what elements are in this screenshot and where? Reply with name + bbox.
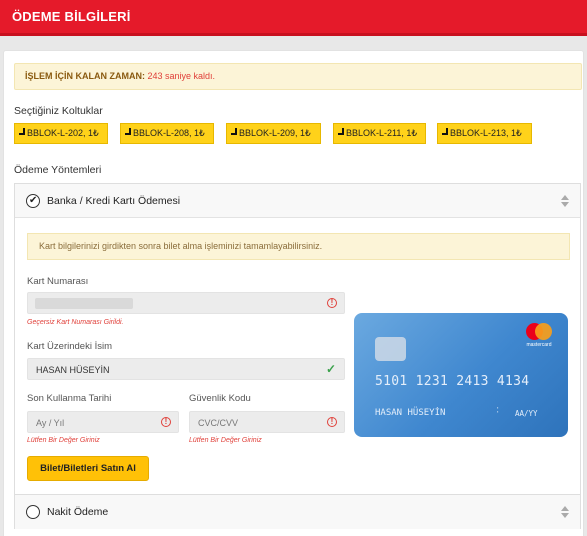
page-header: ÖDEME BİLGİLERİ bbox=[0, 0, 587, 36]
seat-icon bbox=[19, 128, 25, 135]
expiry-placeholder: Ay / Yıl bbox=[36, 418, 65, 428]
card-name-label: Kart Üzerindeki İsim bbox=[27, 341, 112, 352]
seat-label: BBLOK-L-208, 1₺ bbox=[133, 128, 205, 138]
sort-arrows-icon bbox=[561, 195, 569, 207]
error-icon: ! bbox=[161, 417, 171, 427]
card-number-error: Geçersiz Kart Numarası Girildi. bbox=[27, 319, 124, 326]
expiry-error: Lütfen Bir Değer Giriniz bbox=[27, 437, 100, 444]
check-icon: ✔ bbox=[29, 195, 38, 206]
seat-badge: BBLOK-L-211, 1₺ bbox=[333, 123, 426, 144]
card-preview-expiry: AA/YY bbox=[515, 409, 538, 418]
error-icon: ! bbox=[327, 298, 337, 308]
card-payment-title: Banka / Kredi Kartı Ödemesi bbox=[47, 195, 181, 207]
card-preview-name: HASAN HÜSEYİN bbox=[375, 408, 446, 418]
cash-payment-header[interactable]: Nakit Ödeme bbox=[15, 495, 580, 529]
seat-icon bbox=[231, 128, 237, 135]
cash-payment-panel: Nakit Ödeme bbox=[14, 494, 581, 529]
sort-arrows-icon bbox=[561, 506, 569, 518]
card-payment-header[interactable]: ✔ Banka / Kredi Kartı Ödemesi bbox=[15, 184, 580, 218]
seat-label: BBLOK-L-202, 1₺ bbox=[27, 128, 99, 138]
cvc-input[interactable]: CVC/CVV ! bbox=[189, 411, 345, 433]
check-icon: ✓ bbox=[325, 362, 336, 376]
seat-icon bbox=[442, 128, 448, 135]
payment-panel: İŞLEM İÇİN KALAN ZAMAN: 243 saniye kaldı… bbox=[3, 50, 584, 536]
seat-badge: BBLOK-L-202, 1₺ bbox=[14, 123, 108, 144]
seat-label: BBLOK-L-211, 1₺ bbox=[346, 128, 418, 138]
card-payment-panel: ✔ Banka / Kredi Kartı Ödemesi Kart bilgi… bbox=[14, 183, 581, 495]
cash-payment-title: Nakit Ödeme bbox=[47, 506, 109, 518]
card-number-input[interactable]: ! bbox=[27, 292, 345, 314]
card-info-alert: Kart bilgilerinizi girdikten sonra bilet… bbox=[27, 233, 570, 260]
cash-payment-radio[interactable] bbox=[26, 505, 40, 519]
buy-tickets-button[interactable]: Bilet/Biletleri Satın Al bbox=[27, 456, 149, 481]
card-payment-radio[interactable]: ✔ bbox=[26, 194, 40, 208]
card-chip-icon bbox=[375, 337, 406, 361]
card-expiry-caption: ▪ ▪ bbox=[497, 405, 499, 414]
card-number-value-blurred bbox=[35, 298, 133, 309]
seat-icon bbox=[338, 128, 344, 135]
cvc-error: Lütfen Bir Değer Giriniz bbox=[189, 437, 262, 444]
expiry-input[interactable]: Ay / Yıl ! bbox=[27, 411, 179, 433]
seat-badge: BBLOK-L-208, 1₺ bbox=[120, 123, 214, 144]
seats-heading: Seçtiğiniz Koltuklar bbox=[14, 105, 103, 117]
seat-badge: BBLOK-L-213, 1₺ bbox=[437, 123, 532, 144]
cvc-placeholder: CVC/CVV bbox=[198, 418, 239, 428]
timer-label: İŞLEM İÇİN KALAN ZAMAN: bbox=[25, 71, 145, 81]
card-name-value: HASAN HÜSEYİN bbox=[36, 365, 110, 375]
page-title: ÖDEME BİLGİLERİ bbox=[12, 9, 131, 24]
card-preview-number: 5101 1231 2413 4134 bbox=[375, 374, 530, 389]
seat-label: BBLOK-L-213, 1₺ bbox=[450, 128, 522, 138]
credit-card-preview: mastercard 5101 1231 2413 4134 HASAN HÜS… bbox=[354, 313, 568, 437]
error-icon: ! bbox=[327, 417, 337, 427]
card-name-input[interactable]: HASAN HÜSEYİN ✓ bbox=[27, 358, 345, 380]
expiry-label: Son Kullanma Tarihi bbox=[27, 393, 112, 404]
card-brand: mastercard bbox=[526, 342, 552, 348]
seat-label: BBLOK-L-209, 1₺ bbox=[239, 128, 311, 138]
card-number-label: Kart Numarası bbox=[27, 276, 89, 287]
timer-value: 243 saniye kaldı. bbox=[147, 71, 216, 81]
seat-icon bbox=[125, 128, 131, 135]
timer-alert: İŞLEM İÇİN KALAN ZAMAN: 243 saniye kaldı… bbox=[14, 63, 582, 90]
cvc-label: Güvenlik Kodu bbox=[189, 393, 251, 404]
mastercard-logo-icon: mastercard bbox=[520, 323, 558, 353]
seat-badge: BBLOK-L-209, 1₺ bbox=[226, 123, 321, 144]
payment-methods-heading: Ödeme Yöntemleri bbox=[14, 164, 102, 176]
